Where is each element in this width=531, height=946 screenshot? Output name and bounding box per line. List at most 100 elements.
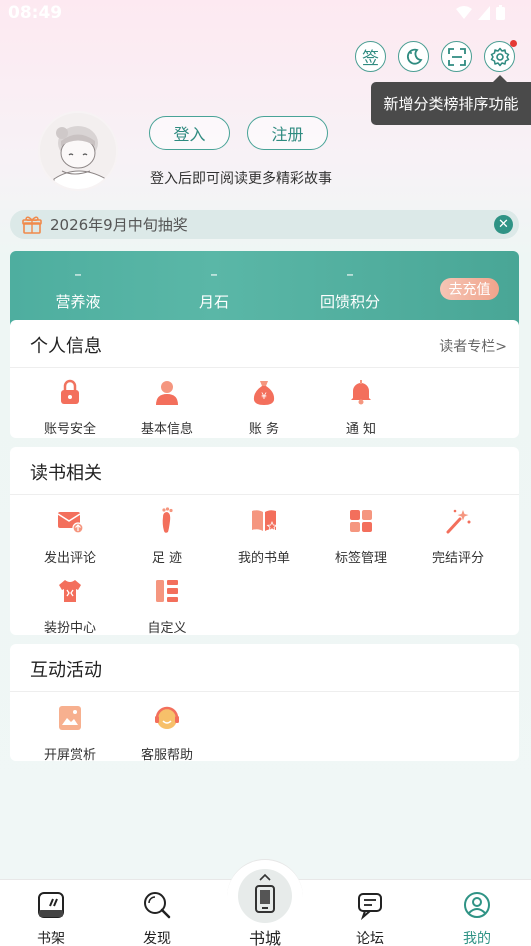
close-icon: ✕ bbox=[498, 217, 509, 232]
stat-moonstone[interactable]: – 月石 bbox=[154, 265, 274, 312]
item-label: 客服帮助 bbox=[140, 748, 193, 763]
stat-label: 月石 bbox=[198, 293, 229, 311]
comments-item[interactable]: 发出评论 bbox=[20, 507, 120, 566]
bell-icon bbox=[351, 380, 371, 405]
svg-text:¥: ¥ bbox=[261, 392, 267, 402]
nav-mine[interactable]: 我的 bbox=[437, 890, 517, 946]
nav-bookstore[interactable]: 书城 bbox=[225, 925, 305, 946]
nav-label: 论坛 bbox=[356, 931, 384, 946]
footprint-item[interactable]: 足 迹 bbox=[117, 507, 217, 566]
nav-discover[interactable]: 发现 bbox=[117, 890, 197, 946]
chat-icon bbox=[358, 893, 382, 921]
night-mode-button[interactable] bbox=[398, 41, 429, 72]
lock-icon bbox=[61, 379, 79, 404]
item-label: 账 务 bbox=[248, 422, 280, 437]
recharge-button[interactable]: 去充值 bbox=[440, 278, 499, 300]
recharge-label: 去充值 bbox=[448, 282, 491, 298]
settings-button[interactable] bbox=[484, 40, 517, 72]
nav-label: 书架 bbox=[37, 931, 65, 946]
top-actions: 签 bbox=[355, 40, 517, 72]
booklist-item[interactable]: 我的书单 bbox=[214, 507, 314, 566]
image-icon bbox=[59, 706, 81, 730]
scan-icon bbox=[447, 47, 466, 66]
register-button[interactable]: 注册 bbox=[247, 116, 328, 150]
stat-label: 营养液 bbox=[55, 293, 101, 311]
wallet-panel: – 营养液 – 月石 – 回馈积分 去充值 bbox=[10, 251, 519, 331]
search-icon bbox=[144, 892, 171, 919]
item-label: 发出评论 bbox=[43, 551, 96, 566]
status-bar: 08:49 bbox=[0, 0, 531, 26]
notice-text: 2026年9月中旬抽奖 bbox=[50, 216, 188, 234]
register-label: 注册 bbox=[271, 125, 304, 144]
stat-label: 回馈积分 bbox=[319, 293, 380, 311]
stat-nutrient[interactable]: – 营养液 bbox=[18, 265, 138, 312]
login-hint: 登入后即可阅读更多精彩故事 bbox=[150, 171, 332, 187]
item-label: 通 知 bbox=[345, 422, 377, 437]
finance-item[interactable]: ¥ 账 务 bbox=[214, 378, 314, 437]
notification-dot bbox=[510, 40, 517, 47]
completed-rating-item[interactable]: 完结评分 bbox=[408, 507, 508, 566]
login-label: 登入 bbox=[173, 125, 206, 144]
item-label: 标签管理 bbox=[334, 551, 387, 566]
item-label: 我的书单 bbox=[237, 551, 290, 566]
card-header: 互动活动 bbox=[10, 644, 519, 692]
stat-value: – bbox=[74, 265, 82, 283]
login-button[interactable]: 登入 bbox=[149, 116, 230, 150]
close-notice-button[interactable]: ✕ bbox=[494, 215, 513, 234]
splash-gallery-item[interactable]: 开屏赏析 bbox=[20, 704, 120, 763]
money-bag-icon: ¥ bbox=[253, 381, 275, 405]
bookshelf-icon bbox=[38, 892, 64, 918]
stat-value: – bbox=[210, 265, 218, 283]
dressup-center-item[interactable]: 装扮中心 bbox=[20, 577, 120, 636]
item-label: 足 迹 bbox=[151, 551, 183, 566]
avatar[interactable] bbox=[38, 111, 118, 191]
reading-card: 读书相关 发出评论 足 迹 我的书单 标签管理 完结评分 装扮中心 自定义 bbox=[10, 447, 519, 636]
gear-icon bbox=[490, 47, 509, 66]
shirt-icon bbox=[59, 580, 81, 602]
book-phone-icon bbox=[255, 885, 275, 913]
person-icon bbox=[156, 381, 178, 405]
sign-label: 签 bbox=[362, 49, 379, 69]
tag-management-item[interactable]: 标签管理 bbox=[311, 507, 411, 566]
reader-column-link[interactable]: 读者专栏> bbox=[439, 336, 507, 356]
system-icons bbox=[456, 5, 505, 20]
item-label: 自定义 bbox=[147, 621, 187, 636]
signal-icon bbox=[478, 5, 490, 20]
nav-forum[interactable]: 论坛 bbox=[330, 890, 410, 946]
feature-tooltip[interactable]: 新增分类榜排序功能 bbox=[371, 75, 531, 125]
basic-info-item[interactable]: 基本信息 bbox=[117, 378, 217, 437]
card-title: 互动活动 bbox=[30, 660, 102, 681]
stat-value: – bbox=[346, 265, 354, 283]
item-label: 完结评分 bbox=[431, 551, 484, 566]
notification-item[interactable]: 通 知 bbox=[311, 378, 411, 437]
customize-item[interactable]: 自定义 bbox=[117, 577, 217, 636]
mail-comment-icon bbox=[57, 512, 84, 534]
stat-points[interactable]: – 回馈积分 bbox=[290, 265, 410, 312]
nav-label-active: 我的 bbox=[463, 931, 491, 946]
support-headset-icon bbox=[155, 706, 179, 729]
list-layout-icon bbox=[156, 580, 178, 602]
scan-button[interactable] bbox=[441, 41, 472, 72]
tooltip-text: 新增分类榜排序功能 bbox=[383, 95, 519, 113]
nav-label: 书城 bbox=[248, 929, 281, 946]
card-title: 个人信息 bbox=[30, 336, 102, 357]
sign-in-button[interactable]: 签 bbox=[355, 41, 386, 72]
magic-wand-icon bbox=[446, 509, 471, 534]
bookstore-center-button[interactable] bbox=[238, 869, 292, 923]
battery-icon bbox=[496, 5, 505, 20]
account-security-item[interactable]: 账号安全 bbox=[20, 378, 120, 437]
lottery-notice[interactable]: 2026年9月中旬抽奖 ✕ bbox=[10, 210, 519, 239]
card-header: 读书相关 bbox=[10, 447, 519, 495]
gift-icon bbox=[22, 216, 42, 234]
chevron-up-icon bbox=[259, 873, 271, 881]
nav-bookshelf[interactable]: 书架 bbox=[11, 890, 91, 946]
profile-icon bbox=[464, 892, 490, 918]
status-time: 08:49 bbox=[8, 3, 63, 23]
personal-info-card: 个人信息 读者专栏> 账号安全 基本信息 ¥ 账 务 通 知 bbox=[10, 320, 519, 438]
wifi-icon bbox=[456, 5, 472, 19]
grid-tags-icon bbox=[350, 510, 372, 532]
item-label: 装扮中心 bbox=[43, 621, 96, 636]
item-label: 开屏赏析 bbox=[43, 748, 96, 763]
item-label: 账号安全 bbox=[43, 422, 96, 437]
customer-service-item[interactable]: 客服帮助 bbox=[117, 704, 217, 763]
